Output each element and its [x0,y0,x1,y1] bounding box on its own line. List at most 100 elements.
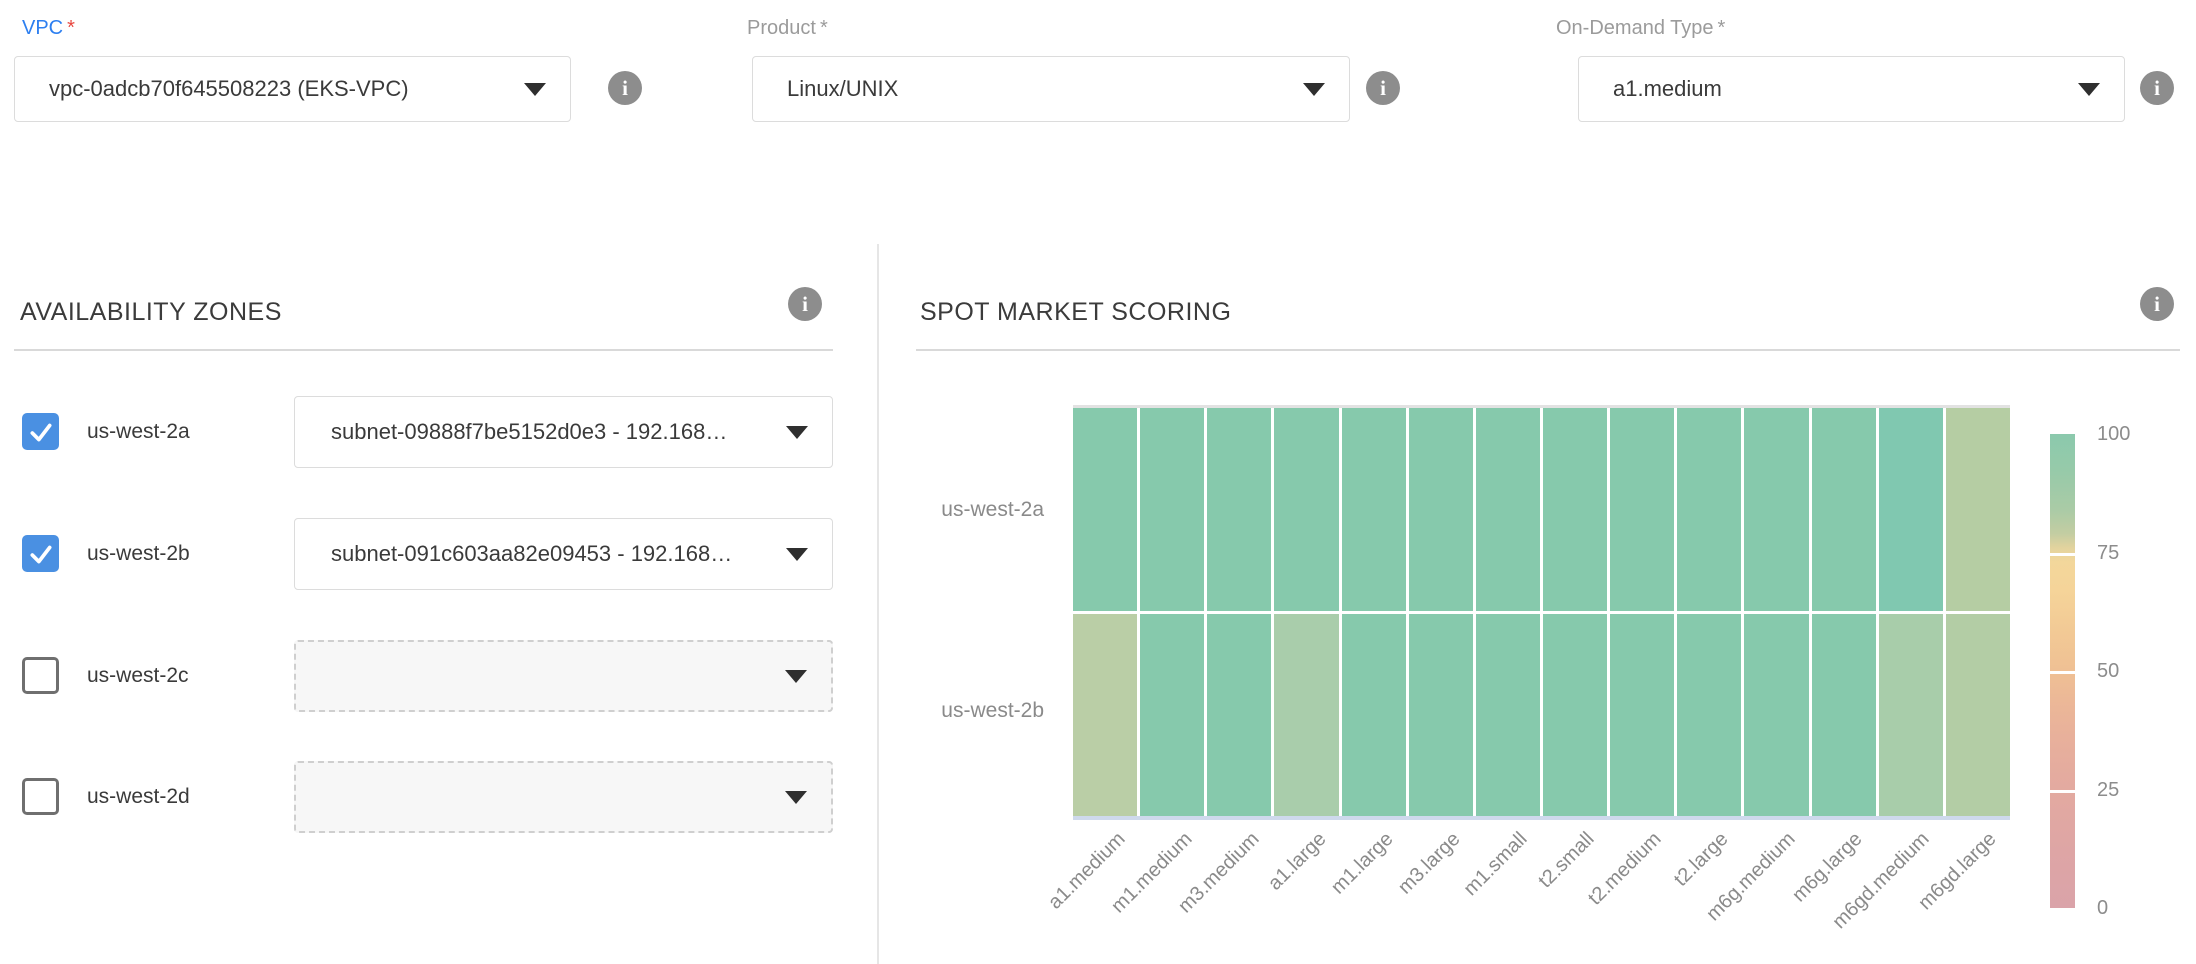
vpc-label-text: VPC [22,17,63,39]
vpc-select-value: vpc-0adcb70f645508223 (EKS-VPC) [49,76,409,102]
product-label-text: Product [747,17,816,39]
heatmap-cell-us-west-2a-m6gd.medium [1879,408,1943,611]
on-demand-type-required-asterisk: * [1718,17,1726,39]
heatmap-colorbar [2050,434,2075,908]
az-checkbox-us-west-2b[interactable] [22,535,59,572]
heatmap-column-label: m3.large [1329,828,1465,964]
az-row-us-west-2b: us-west-2b subnet-091c603aa82e09453 - 19… [0,518,878,590]
heatmap-cell-us-west-2b-m6g.large [1812,614,1876,817]
chevron-down-icon [786,426,808,439]
az-checkbox-us-west-2c[interactable] [22,657,59,694]
checkmark-icon [28,541,54,567]
colorbar-tick-label: 25 [2097,779,2167,802]
chevron-down-icon [785,791,807,804]
colorbar-segment-gap [2050,790,2075,793]
heatmap-cell-us-west-2b-m6gd.medium [1879,614,1943,817]
spot-market-scoring-title: SPOT MARKET SCORING [920,298,1231,327]
heatmap-column-label: t2.medium [1530,828,1666,964]
chevron-down-icon [524,83,546,96]
az-zone-label: us-west-2d [87,761,190,833]
heatmap-cell-us-west-2b-m3.large [1409,614,1473,817]
az-row-us-west-2a: us-west-2a subnet-09888f7be5152d0e3 - 19… [0,396,878,468]
az-row-us-west-2d: us-west-2d [0,761,878,833]
heatmap-cell-us-west-2a-a1.large [1274,408,1338,611]
availability-zones-title: AVAILABILITY ZONES [20,298,282,327]
heatmap-column-label: m6g.large [1730,828,1866,964]
colorbar-tick-label: 75 [2097,542,2167,565]
heatmap-cell-us-west-2a-m1.large [1342,408,1406,611]
subnet-select-value: subnet-09888f7be5152d0e3 - 192.168… [331,419,727,445]
vpc-required-asterisk: * [67,17,75,39]
colorbar-segment-gap [2050,671,2075,674]
availability-zones-info-icon[interactable]: i [788,287,822,321]
heatmap-column-label: t2.large [1597,828,1733,964]
heatmap-cell-us-west-2a-a1.medium [1073,408,1137,611]
heatmap-cell-us-west-2b-t2.large [1677,614,1741,817]
heatmap-column-label: a1.medium [994,828,1130,964]
colorbar-tick-label: 100 [2097,423,2167,446]
heatmap-cell-us-west-2a-m6gd.large [1946,408,2010,611]
product-select-value: Linux/UNIX [787,76,898,102]
heatmap-column-label: m1.large [1262,828,1398,964]
heatmap-cell-us-west-2b-m1.large [1342,614,1406,817]
heatmap-cell-us-west-2a-t2.small [1543,408,1607,611]
heatmap-cell-us-west-2b-t2.medium [1610,614,1674,817]
az-checkbox-us-west-2a[interactable] [22,413,59,450]
subnet-select-value: subnet-091c603aa82e09453 - 192.168… [331,541,732,567]
az-row-us-west-2c: us-west-2c [0,640,878,712]
colorbar-tick-label: 50 [2097,660,2167,683]
az-zone-label: us-west-2b [87,518,190,590]
subnet-select-us-west-2a[interactable]: subnet-09888f7be5152d0e3 - 192.168… [294,396,833,468]
vpc-label: VPC* [22,14,75,42]
heatmap-cell-us-west-2a-m6g.large [1812,408,1876,611]
checkmark-icon [28,419,54,445]
heatmap-cell-us-west-2a-m1.small [1476,408,1540,611]
heatmap [1073,405,2010,820]
heatmap-cell-us-west-2a-m3.large [1409,408,1473,611]
subnet-select-us-west-2b[interactable]: subnet-091c603aa82e09453 - 192.168… [294,518,833,590]
chevron-down-icon [1303,83,1325,96]
heatmap-column-label: m1.medium [1061,828,1197,964]
on-demand-type-info-icon[interactable]: i [2140,71,2174,105]
heatmap-cell-us-west-2a-t2.medium [1610,408,1674,611]
subnet-select-us-west-2c[interactable] [294,640,833,712]
heatmap-cell-us-west-2b-a1.medium [1073,614,1137,817]
heatmap-cell-us-west-2a-m6g.medium [1744,408,1808,611]
spot-market-scoring-info-icon[interactable]: i [2140,287,2174,321]
heatmap-cell-us-west-2b-m6gd.large [1946,614,2010,817]
heatmap-column-label: t2.small [1463,828,1599,964]
product-select[interactable]: Linux/UNIX [752,56,1350,122]
vpc-select[interactable]: vpc-0adcb70f645508223 (EKS-VPC) [14,56,571,122]
heatmap-cell-us-west-2b-a1.large [1274,614,1338,817]
heatmap-cell-us-west-2a-m3.medium [1207,408,1271,611]
subnet-select-us-west-2d[interactable] [294,761,833,833]
az-zone-label: us-west-2c [87,640,189,712]
vpc-info-icon[interactable]: i [608,71,642,105]
az-zone-label: us-west-2a [87,396,190,468]
chevron-down-icon [786,548,808,561]
az-checkbox-us-west-2d[interactable] [22,778,59,815]
spot-market-scoring-divider [916,349,2180,351]
availability-zones-divider [14,349,833,351]
heatmap-cell-us-west-2a-t2.large [1677,408,1741,611]
heatmap-column-label: m6gd.large [1864,828,2000,964]
product-required-asterisk: * [820,17,828,39]
on-demand-type-select[interactable]: a1.medium [1578,56,2125,122]
chevron-down-icon [785,670,807,683]
heatmap-cell-us-west-2a-m1.medium [1140,408,1204,611]
colorbar-segment-gap [2050,553,2075,556]
heatmap-cell-us-west-2b-m6g.medium [1744,614,1808,817]
on-demand-type-label-text: On-Demand Type [1556,17,1714,39]
colorbar-tick-label: 0 [2097,897,2167,920]
product-info-icon[interactable]: i [1366,71,1400,105]
heatmap-row-label: us-west-2a [858,498,1044,528]
heatmap-cell-us-west-2b-m1.medium [1140,614,1204,817]
heatmap-column-label: m6g.medium [1664,828,1800,964]
heatmap-column-label: m3.medium [1128,828,1264,964]
product-label: Product* [747,14,828,42]
chevron-down-icon [2078,83,2100,96]
heatmap-row-label: us-west-2b [858,699,1044,729]
heatmap-column-label: a1.large [1195,828,1331,964]
heatmap-cell-us-west-2b-m3.medium [1207,614,1271,817]
heatmap-cell-us-west-2b-m1.small [1476,614,1540,817]
